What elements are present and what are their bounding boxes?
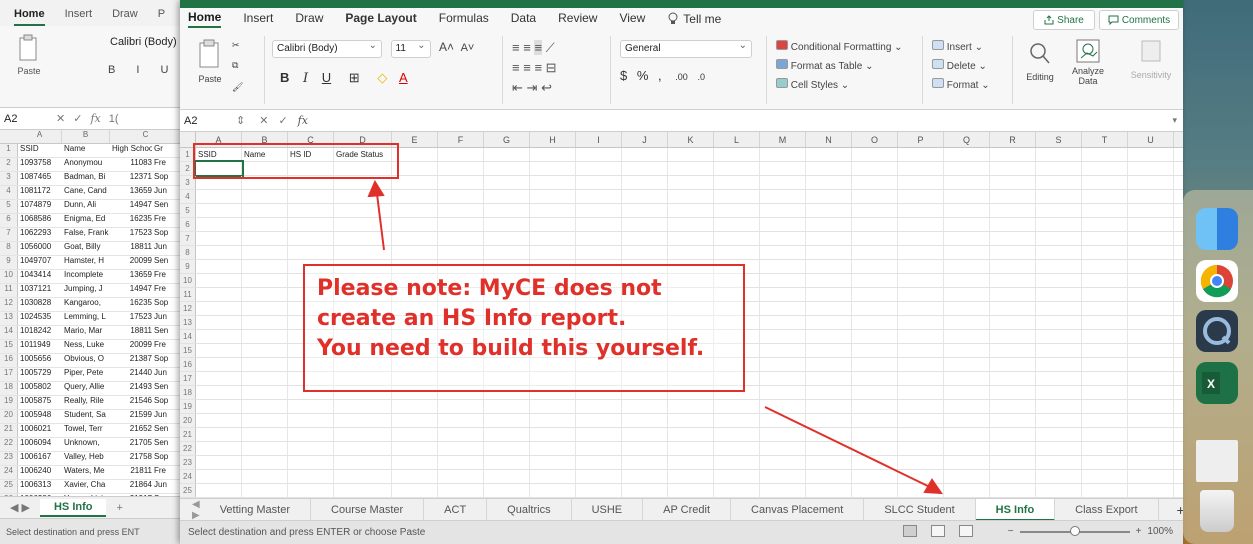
note-line-1: Please note: MyCE does not — [317, 276, 662, 301]
arrow-to-sheet-tab-head — [923, 478, 943, 495]
note-line-3: You need to build this yourself. — [317, 336, 705, 361]
arrow-to-header-head — [367, 179, 385, 198]
macos-dock: X — [1183, 190, 1253, 544]
quicktime-icon[interactable] — [1196, 310, 1238, 352]
chrome-icon[interactable] — [1196, 260, 1238, 302]
arrow-to-sheet-tab-line — [764, 406, 937, 491]
note-callout: Please note: MyCE does not create an HS … — [303, 264, 745, 392]
note-line-2: create an HS Info report. — [317, 306, 627, 331]
excel-icon[interactable]: X — [1196, 362, 1238, 404]
svg-text:X: X — [1207, 377, 1215, 391]
finder-icon[interactable] — [1196, 208, 1238, 250]
trash-icon[interactable] — [1200, 490, 1234, 532]
document-icon[interactable] — [1196, 440, 1238, 482]
